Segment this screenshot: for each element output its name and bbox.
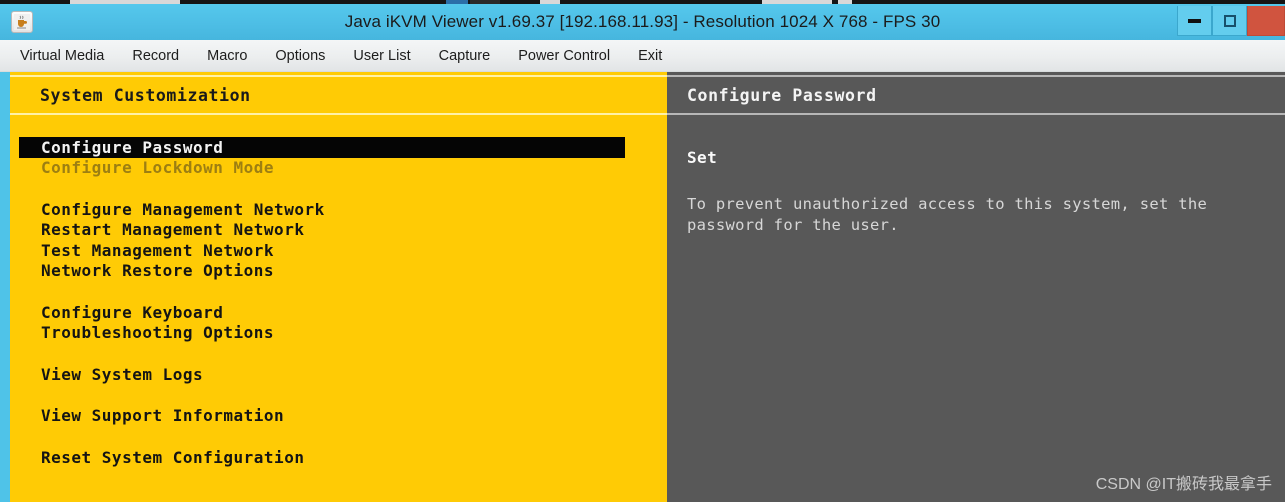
detail-title: Configure Password: [687, 85, 877, 105]
menu-option-reset-system-configuration[interactable]: Reset System Configuration: [10, 447, 667, 468]
menu-spacer: [10, 178, 667, 199]
minimize-icon: [1188, 18, 1201, 23]
menu-spacer: [10, 343, 667, 364]
detail-subtitle: Set: [687, 148, 718, 167]
ikvm-viewer-window: Java iKVM Viewer v1.69.37 [192.168.11.93…: [0, 4, 1285, 502]
title-bar: Java iKVM Viewer v1.69.37 [192.168.11.93…: [0, 4, 1285, 40]
dcui-menu-list: Configure Password Configure Lockdown Mo…: [10, 115, 667, 468]
dcui-detail-body: Set To prevent unauthorized access to th…: [667, 115, 1285, 236]
menu-spacer: [10, 426, 667, 447]
page-title: System Customization: [40, 85, 251, 105]
remote-console-viewport[interactable]: System Customization Configure Password …: [0, 72, 1285, 502]
window-title: Java iKVM Viewer v1.69.37 [192.168.11.93…: [344, 12, 941, 31]
menu-item-record[interactable]: Record: [132, 48, 179, 64]
menu-option-label: View Support Information: [41, 406, 285, 426]
menu-option-restart-management-network[interactable]: Restart Management Network: [10, 220, 667, 241]
menu-option-view-support-information[interactable]: View Support Information: [10, 406, 667, 427]
menu-item-exit[interactable]: Exit: [638, 48, 662, 64]
dcui-main-menu-pane: System Customization Configure Password …: [10, 72, 667, 502]
menu-option-label: Configure Lockdown Mode: [41, 158, 275, 178]
minimize-button[interactable]: [1177, 6, 1212, 36]
menu-option-configure-password[interactable]: Configure Password: [19, 137, 625, 158]
menu-option-label: Configure Password: [41, 137, 224, 157]
maximize-icon: [1223, 14, 1236, 27]
menu-option-label: Restart Management Network: [41, 220, 305, 240]
menu-option-label: View System Logs: [41, 364, 204, 384]
dcui-detail-header: Configure Password: [667, 75, 1285, 115]
menu-item-capture[interactable]: Capture: [439, 48, 491, 64]
menu-option-troubleshooting-options[interactable]: Troubleshooting Options: [10, 323, 667, 344]
menu-option-label: Test Management Network: [41, 240, 275, 260]
menu-item-user-list[interactable]: User List: [353, 48, 410, 64]
menu-option-test-management-network[interactable]: Test Management Network: [10, 240, 667, 261]
maximize-button[interactable]: [1212, 6, 1247, 36]
close-button[interactable]: [1247, 6, 1285, 36]
menu-option-label: Reset System Configuration: [41, 447, 305, 467]
menu-option-view-system-logs[interactable]: View System Logs: [10, 364, 667, 385]
dcui-main-menu-header: System Customization: [10, 75, 667, 115]
window-controls: [1177, 6, 1285, 36]
menu-option-label: Troubleshooting Options: [41, 323, 275, 343]
menu-item-virtual-media[interactable]: Virtual Media: [20, 48, 104, 64]
menu-option-network-restore-options[interactable]: Network Restore Options: [10, 261, 667, 282]
dcui-detail-pane: Configure Password Set To prevent unauth…: [667, 72, 1285, 502]
screen: Java iKVM Viewer v1.69.37 [192.168.11.93…: [0, 0, 1285, 502]
menu-option-label: Configure Keyboard: [41, 302, 224, 322]
menu-item-power-control[interactable]: Power Control: [518, 48, 610, 64]
menu-spacer: [10, 385, 667, 406]
menu-item-options[interactable]: Options: [275, 48, 325, 64]
menu-item-macro[interactable]: Macro: [207, 48, 247, 64]
menu-option-configure-keyboard[interactable]: Configure Keyboard: [10, 302, 667, 323]
menu-option-configure-management-network[interactable]: Configure Management Network: [10, 199, 667, 220]
menu-bar: Virtual Media Record Macro Options User …: [0, 40, 1285, 72]
menu-option-label: Network Restore Options: [41, 261, 275, 281]
menu-option-configure-lockdown-mode: Configure Lockdown Mode: [10, 158, 667, 179]
menu-spacer: [10, 281, 667, 302]
detail-description: To prevent unauthorized access to this s…: [687, 195, 1208, 234]
menu-option-label: Configure Management Network: [41, 199, 325, 219]
